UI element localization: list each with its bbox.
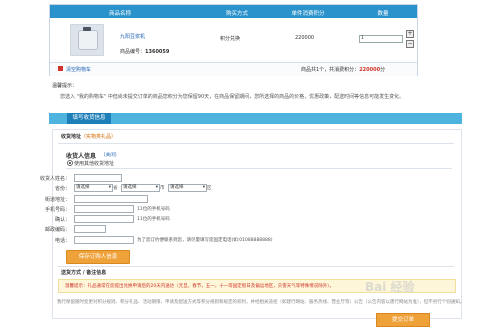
cart-table: 商品名称 购买方式 单件消费积分 数量 九阳豆浆机 商品编号：1360059 积… [49, 4, 418, 76]
tab-shipping-info[interactable]: 填写收货信息 [67, 113, 111, 124]
cart-total-points: 220000 [359, 67, 381, 73]
mobile-input[interactable] [74, 205, 134, 213]
product-number-value: 1360059 [145, 49, 170, 55]
street-address-input[interactable] [74, 195, 148, 203]
district-select[interactable]: 请选择 [168, 184, 207, 192]
quantity-decrease-button[interactable]: − [406, 40, 414, 48]
address-section-title: 收货地址（实物类礼品） [61, 133, 116, 140]
divider [66, 168, 452, 169]
delivery-section-title: 送货方式 / 备注信息 [61, 270, 107, 276]
divider [58, 266, 454, 267]
cart-total-unit: 分 [380, 67, 386, 73]
purchase-method: 积分兑换 [220, 36, 241, 42]
unit-points: 220000 [295, 35, 315, 41]
city-unit: 市 [160, 186, 165, 191]
zip-code-input[interactable] [74, 225, 106, 233]
rules-footnote: 我行保留随时变更对积分规则、积分礼品、活动期限、申请及配送方式等积分规则和规定的… [57, 300, 465, 305]
province-label: 省份： [54, 186, 70, 192]
other-address-label: 使用其他收货地址 [74, 161, 115, 167]
address-title: 收货地址 [61, 134, 82, 140]
col-method: 购买方式 [225, 11, 248, 17]
cart-header: 商品名称 购买方式 单件消费积分 数量 [50, 5, 417, 18]
submit-order-button[interactable]: 提交订单 [376, 313, 430, 327]
col-quantity: 数量 [377, 11, 389, 17]
delivery-notice: 温馨提示：礼品通常在您提出兑换申请后的20天内送达（元旦，春节，五一，十一等国定… [65, 284, 334, 289]
trash-icon[interactable] [58, 66, 63, 71]
product-number-label: 商品编号： [120, 49, 146, 55]
quantity-input[interactable]: 1 [359, 35, 403, 43]
zip-label: 邮政编码： [44, 227, 70, 233]
mobile-label: 手机号码： [44, 207, 70, 213]
confirm-label: 确认： [54, 217, 70, 223]
phone-hint: 为了您订约便联系到您，请尽量填写您固定电话(如:01088888888) [137, 238, 273, 243]
phone-label: 电话： [54, 238, 70, 244]
name-label: 收货人姓名： [39, 176, 70, 182]
cart-total-label: 商品共1个，共消费积分： [301, 67, 360, 73]
col-product-name: 商品名称 [108, 11, 131, 17]
divider [58, 143, 454, 144]
tips-title: 温馨提示： [52, 83, 78, 89]
quantity-increase-button[interactable]: + [406, 30, 414, 38]
mobile-hint: 11位的手机号码 [137, 207, 170, 212]
consignee-name-input[interactable] [74, 174, 122, 182]
product-number: 商品编号：1360059 [120, 48, 169, 55]
confirm-mobile-input[interactable] [74, 215, 134, 223]
confirm-hint: 11位的手机号码 [137, 217, 170, 222]
watermark-logo: Bai 经验 [365, 280, 415, 294]
province-unit: 省 [113, 186, 118, 191]
tips-text: 您选入 "我的购物车" 中但尚未提交订单的商品您积分为您保留90天，在商品保留期… [60, 94, 405, 100]
close-panel-link[interactable]: [关闭] [104, 152, 117, 158]
city-select[interactable]: 请选择 [121, 184, 160, 192]
street-label: 街道地址： [44, 197, 70, 203]
save-consignee-button[interactable]: 保存订购人信息 [66, 250, 130, 264]
cart-total: 商品共1个，共消费积分：220000分 [301, 66, 385, 73]
district-unit: 区 [207, 186, 212, 191]
address-subtitle: （实物类礼品） [81, 134, 117, 140]
product-name-link[interactable]: 九阳豆浆机 [120, 33, 145, 40]
other-address-radio[interactable] [67, 160, 73, 166]
phone-input[interactable] [74, 236, 134, 244]
cart-footer: 清空购物车 商品共1个，共消费积分：220000分 [50, 62, 417, 76]
col-points: 单件消费积分 [291, 11, 325, 17]
clear-cart-link[interactable]: 清空购物车 [66, 66, 91, 73]
section-bar: 填写收货信息 [49, 113, 462, 124]
consignee-panel-title: 收货人信息 [66, 153, 97, 160]
province-select[interactable]: 请选择 [74, 184, 113, 192]
cart-row: 九阳豆浆机 商品编号：1360059 积分兑换 220000 1 + − [50, 18, 417, 62]
product-image[interactable] [70, 24, 104, 56]
